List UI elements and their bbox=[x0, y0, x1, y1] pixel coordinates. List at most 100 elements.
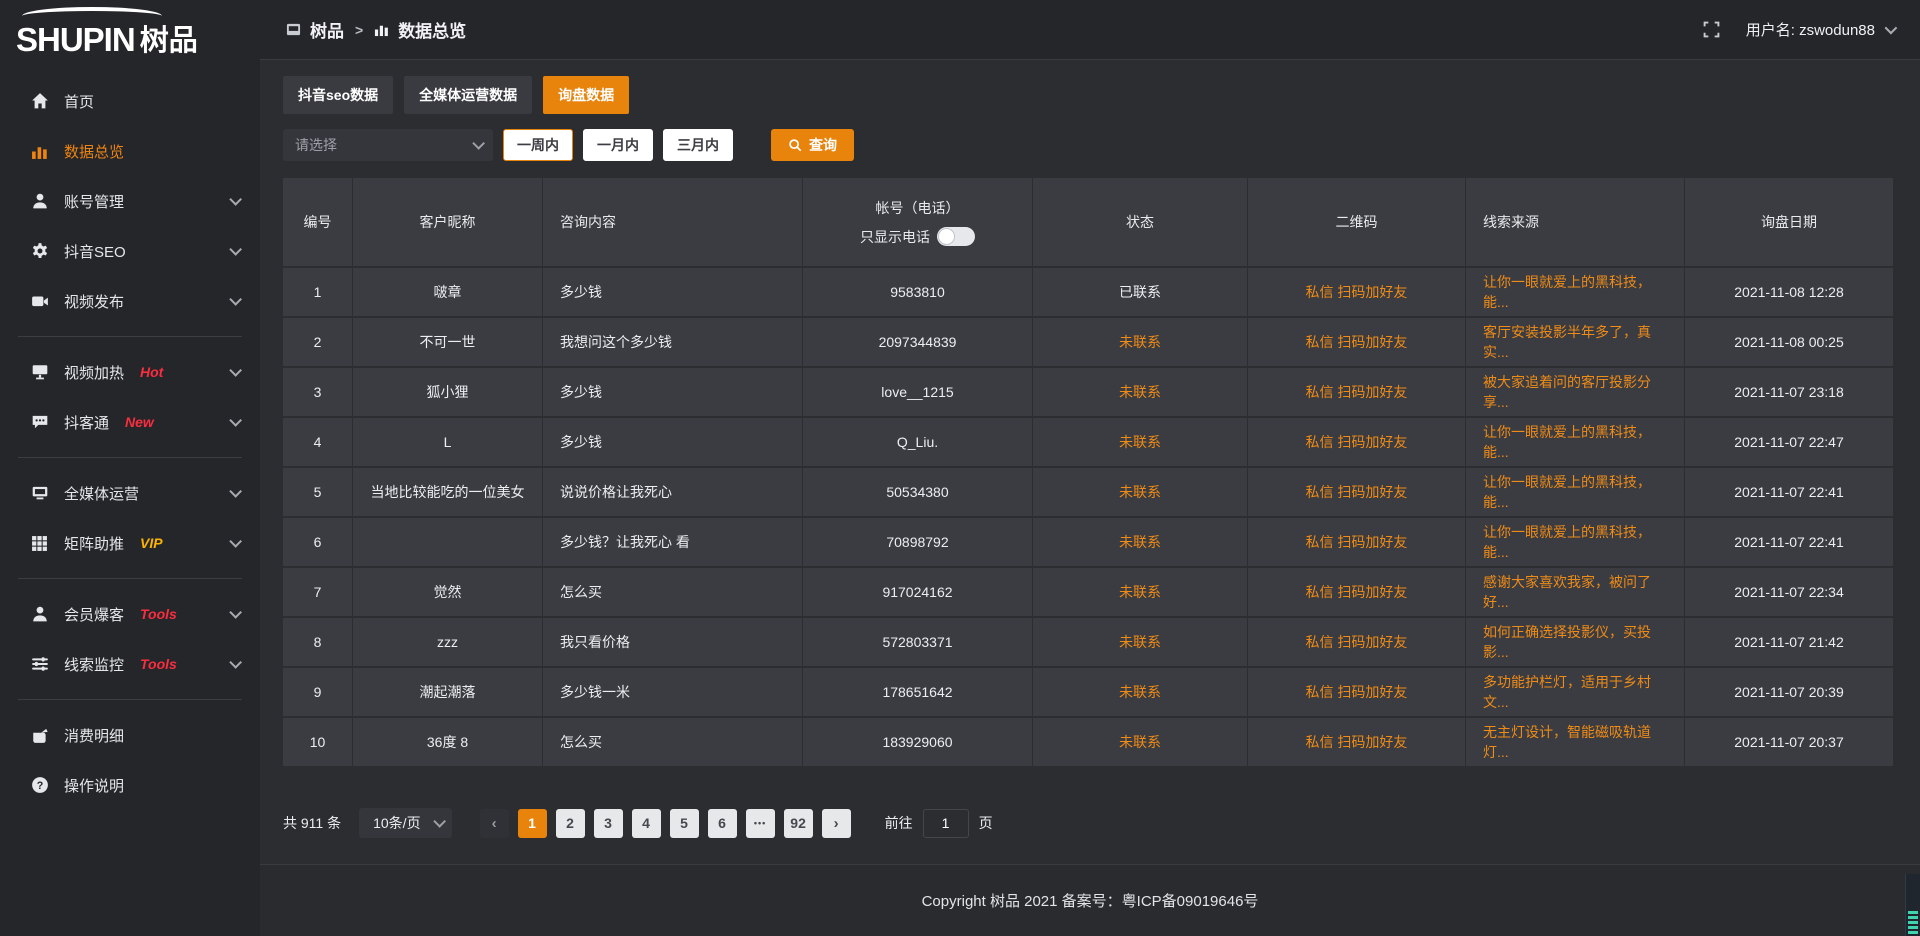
column-header-status: 状态 bbox=[1033, 178, 1248, 266]
sidebar-item-label: 视频加热 bbox=[64, 362, 124, 383]
question-circle-icon: ? bbox=[30, 776, 49, 795]
cell-id: 3 bbox=[283, 368, 353, 416]
app-root: SHUPIN 树品 首页 数据总览 账号管理 bbox=[0, 0, 1920, 936]
sidebar-item-douyin-seo[interactable]: 抖音SEO bbox=[0, 226, 260, 276]
page-button-92[interactable]: 92 bbox=[784, 809, 813, 838]
cell-qr-link[interactable]: 私信 扫码加好友 bbox=[1248, 718, 1466, 766]
filter-select[interactable]: 请选择 bbox=[283, 129, 493, 161]
cell-date: 2021-11-07 21:42 bbox=[1685, 618, 1893, 666]
copyright-text: Copyright 树品 2021 备案号：粤ICP备09019646号 bbox=[922, 890, 1259, 911]
sidebar-item-label: 消费明细 bbox=[64, 725, 124, 746]
data-tabs: 抖音seo数据 全媒体运营数据 询盘数据 bbox=[283, 76, 1893, 114]
cell-content: 多少钱 bbox=[543, 268, 803, 316]
breadcrumb-item-root[interactable]: 树品 bbox=[310, 17, 344, 42]
cell-id: 5 bbox=[283, 468, 353, 516]
breadcrumb: 树品 > 数据总览 bbox=[286, 17, 466, 42]
cell-source-link[interactable]: 让你一眼就爱上的黑科技，能... bbox=[1466, 518, 1685, 566]
username-label: 用户名: zswodun88 bbox=[1746, 19, 1875, 40]
cell-qr-link[interactable]: 私信 扫码加好友 bbox=[1248, 668, 1466, 716]
cell-qr-link[interactable]: 私信 扫码加好友 bbox=[1248, 618, 1466, 666]
sidebar-item-label: 操作说明 bbox=[64, 775, 124, 796]
logo-brand-cn: 树品 bbox=[140, 27, 198, 56]
sidebar-item-expense-detail[interactable]: 消费明细 bbox=[0, 710, 260, 760]
sidebar-item-video-publish[interactable]: 视频发布 bbox=[0, 276, 260, 326]
sidebar-item-home[interactable]: 首页 bbox=[0, 76, 260, 126]
sidebar-item-doukotong[interactable]: 抖客通 New bbox=[0, 397, 260, 447]
cell-nickname bbox=[353, 518, 543, 566]
cell-date: 2021-11-07 22:47 bbox=[1685, 418, 1893, 466]
tab-douyin-seo-data[interactable]: 抖音seo数据 bbox=[283, 76, 393, 114]
cell-content: 说说价格让我死心 bbox=[543, 468, 803, 516]
cell-account: 178651642 bbox=[803, 668, 1033, 716]
chevron-down-icon bbox=[229, 656, 242, 669]
cell-source-link[interactable]: 让你一眼就爱上的黑科技，能... bbox=[1466, 468, 1685, 516]
tab-omni-media-data[interactable]: 全媒体运营数据 bbox=[404, 76, 532, 114]
cell-account: 2097344839 bbox=[803, 318, 1033, 366]
cell-status: 未联系 bbox=[1033, 368, 1248, 416]
cell-source-link[interactable]: 让你一眼就爱上的黑科技，能... bbox=[1466, 418, 1685, 466]
cell-content: 我想问这个多少钱 bbox=[543, 318, 803, 366]
fullscreen-icon[interactable] bbox=[1703, 21, 1720, 38]
sidebar-item-data-overview[interactable]: 数据总览 bbox=[0, 126, 260, 176]
page-button-3[interactable]: 3 bbox=[594, 809, 623, 838]
cell-source-link[interactable]: 多功能护栏灯，适用于乡村文... bbox=[1466, 668, 1685, 716]
page-button-4[interactable]: 4 bbox=[632, 809, 661, 838]
cell-source-link[interactable]: 如何正确选择投影仪，买投影... bbox=[1466, 618, 1685, 666]
cell-content: 多少钱？让我死心 看 bbox=[543, 518, 803, 566]
column-header-id: 编号 bbox=[283, 178, 353, 266]
sidebar-item-omni-media[interactable]: 全媒体运营 bbox=[0, 468, 260, 518]
period-week-button[interactable]: 一周内 bbox=[503, 129, 573, 161]
user-menu[interactable]: 用户名: zswodun88 bbox=[1746, 19, 1894, 40]
cell-source-link[interactable]: 被大家追着问的客厅投影分享... bbox=[1466, 368, 1685, 416]
page-size-select[interactable]: 10条/页 bbox=[359, 808, 451, 838]
chevron-down-icon bbox=[229, 535, 242, 548]
period-month-button[interactable]: 一月内 bbox=[583, 129, 653, 161]
vip-badge: VIP bbox=[140, 535, 163, 551]
cell-account: 917024162 bbox=[803, 568, 1033, 616]
menu-divider bbox=[18, 336, 242, 337]
sidebar-item-video-heating[interactable]: 视频加热 Hot bbox=[0, 347, 260, 397]
cell-qr-link[interactable]: 私信 扫码加好友 bbox=[1248, 518, 1466, 566]
user-icon bbox=[30, 605, 49, 624]
cell-qr-link[interactable]: 私信 扫码加好友 bbox=[1248, 318, 1466, 366]
prev-page-button[interactable]: ‹ bbox=[480, 809, 509, 838]
logo[interactable]: SHUPIN 树品 bbox=[0, 0, 260, 64]
cell-qr-link[interactable]: 私信 扫码加好友 bbox=[1248, 268, 1466, 316]
sidebar-item-label: 抖音SEO bbox=[64, 241, 126, 262]
cell-status: 已联系 bbox=[1033, 268, 1248, 316]
tab-inquiry-data[interactable]: 询盘数据 bbox=[543, 76, 629, 114]
cell-date: 2021-11-07 20:37 bbox=[1685, 718, 1893, 766]
cell-source-link[interactable]: 感谢大家喜欢我家，被问了好... bbox=[1466, 568, 1685, 616]
cell-source-link[interactable]: 客厅安装投影半年多了，真实... bbox=[1466, 318, 1685, 366]
phone-only-toggle[interactable] bbox=[937, 227, 975, 246]
cell-nickname: 不可一世 bbox=[353, 318, 543, 366]
goto-page-input[interactable]: 1 bbox=[923, 809, 969, 838]
menu-divider bbox=[18, 578, 242, 579]
more-pages-button[interactable]: ••• bbox=[746, 809, 775, 838]
sidebar-item-label: 账号管理 bbox=[64, 191, 124, 212]
search-button[interactable]: 查询 bbox=[771, 129, 854, 161]
cell-qr-link[interactable]: 私信 扫码加好友 bbox=[1248, 368, 1466, 416]
cell-qr-link[interactable]: 私信 扫码加好友 bbox=[1248, 418, 1466, 466]
cell-qr-link[interactable]: 私信 扫码加好友 bbox=[1248, 468, 1466, 516]
goto-label: 前往 bbox=[885, 813, 913, 833]
period-quarter-button[interactable]: 三月内 bbox=[663, 129, 733, 161]
breadcrumb-item-current[interactable]: 数据总览 bbox=[398, 17, 466, 42]
tools-badge: Tools bbox=[140, 606, 177, 622]
cell-source-link[interactable]: 无主灯设计，智能磁吸轨道灯... bbox=[1466, 718, 1685, 766]
sidebar-item-matrix-boost[interactable]: 矩阵助推 VIP bbox=[0, 518, 260, 568]
sidebar-item-help[interactable]: ? 操作说明 bbox=[0, 760, 260, 810]
page-button-5[interactable]: 5 bbox=[670, 809, 699, 838]
table-row: 1 啵章 多少钱 9583810 已联系 私信 扫码加好友 让你一眼就爱上的黑科… bbox=[283, 268, 1893, 316]
cell-source-link[interactable]: 让你一眼就爱上的黑科技，能... bbox=[1466, 268, 1685, 316]
next-page-button[interactable]: › bbox=[822, 809, 851, 838]
page-button-2[interactable]: 2 bbox=[556, 809, 585, 838]
table-row: 2 不可一世 我想问这个多少钱 2097344839 未联系 私信 扫码加好友 … bbox=[283, 318, 1893, 366]
sidebar-item-lead-monitor[interactable]: 线索监控 Tools bbox=[0, 639, 260, 689]
home-icon bbox=[30, 92, 49, 111]
sidebar-item-member-burst[interactable]: 会员爆客 Tools bbox=[0, 589, 260, 639]
sidebar-item-account-management[interactable]: 账号管理 bbox=[0, 176, 260, 226]
page-button-1[interactable]: 1 bbox=[518, 809, 547, 838]
cell-qr-link[interactable]: 私信 扫码加好友 bbox=[1248, 568, 1466, 616]
page-button-6[interactable]: 6 bbox=[708, 809, 737, 838]
